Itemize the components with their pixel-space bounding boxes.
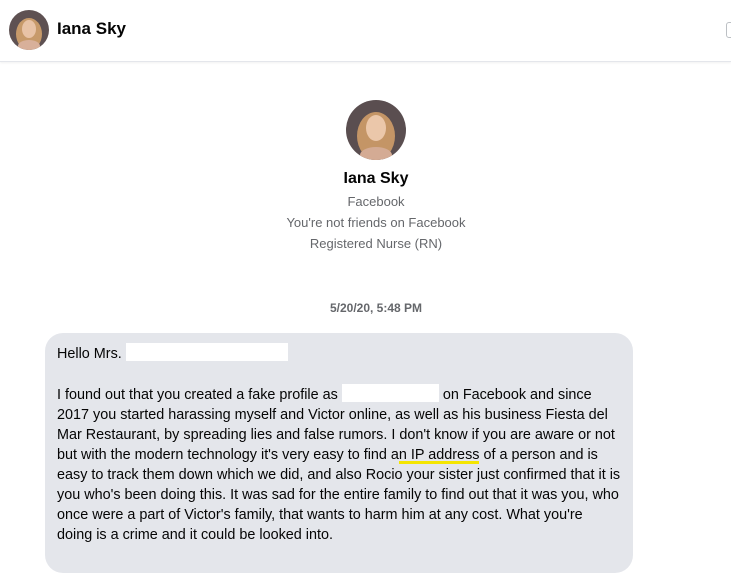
redacted-profile-name <box>341 384 439 402</box>
message-timestamp: 5/20/20, 5:48 PM <box>329 301 423 315</box>
message-greeting: Hello Mrs. <box>57 346 122 362</box>
header-contact-name[interactable]: Iana Sky <box>57 19 126 39</box>
friend-status: You're not friends on Facebook <box>286 215 466 230</box>
header-avatar[interactable] <box>9 10 49 50</box>
message-greeting-line: Hello Mrs. <box>57 343 621 364</box>
profile-platform: Facebook <box>347 194 405 209</box>
profile-summary: Iana Sky Facebook You're not friends on … <box>0 100 731 251</box>
profile-occupation: Registered Nurse (RN) <box>309 236 443 251</box>
header-edge-control[interactable] <box>726 22 731 38</box>
redacted-name <box>125 343 288 361</box>
highlighted-text: n IP address <box>398 447 480 463</box>
message-body-part1: I found out that you created a fake prof… <box>57 387 338 403</box>
conversation-header: Iana Sky <box>0 0 731 62</box>
message-bubble[interactable]: Hello Mrs. I found out that you created … <box>45 333 633 573</box>
message-body: I found out that you created a fake prof… <box>57 384 621 545</box>
profile-avatar[interactable] <box>346 100 406 160</box>
profile-name: Iana Sky <box>343 170 409 187</box>
